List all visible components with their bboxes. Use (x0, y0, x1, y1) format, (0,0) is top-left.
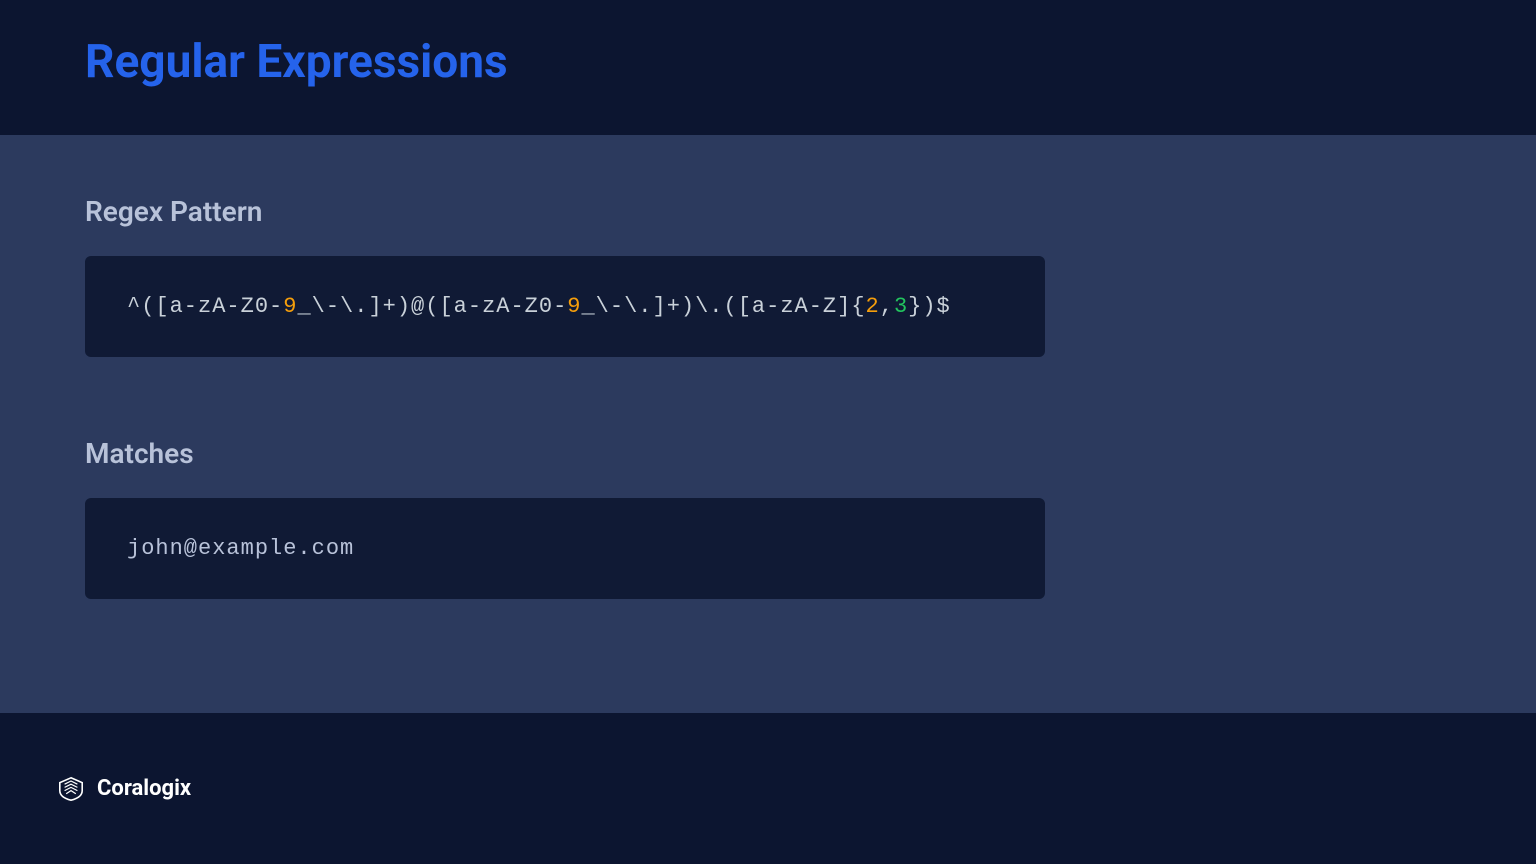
regex-token: , (880, 294, 894, 319)
regex-pattern-box: ^([a-zA-Z0-9_\-\.]+)@([a-zA-Z0-9_\-\.]+)… (85, 256, 1045, 357)
header: Regular Expressions (0, 0, 1536, 135)
brand-logo: Coralogix (55, 776, 191, 802)
regex-token: })$ (908, 294, 951, 319)
match-value: john@example.com (127, 536, 354, 561)
page-title: Regular Expressions (85, 35, 1451, 89)
brand-name: Coralogix (97, 776, 191, 801)
regex-token: 9 (283, 294, 297, 319)
regex-token: _\-\.]+)\.([a-zA-Z]{ (581, 294, 865, 319)
regex-token: 3 (894, 294, 908, 319)
regex-token: 2 (866, 294, 880, 319)
coralogix-icon (55, 776, 87, 802)
matches-label: Matches (85, 437, 1451, 470)
regex-pattern-label: Regex Pattern (85, 195, 1451, 228)
footer: Coralogix (0, 713, 1536, 864)
content-area: Regex Pattern ^([a-zA-Z0-9_\-\.]+)@([a-z… (0, 135, 1536, 713)
regex-token: 9 (567, 294, 581, 319)
regex-token: ^([a-zA-Z0- (127, 294, 283, 319)
regex-token: _\-\.]+)@([a-zA-Z0- (297, 294, 567, 319)
matches-box: john@example.com (85, 498, 1045, 599)
